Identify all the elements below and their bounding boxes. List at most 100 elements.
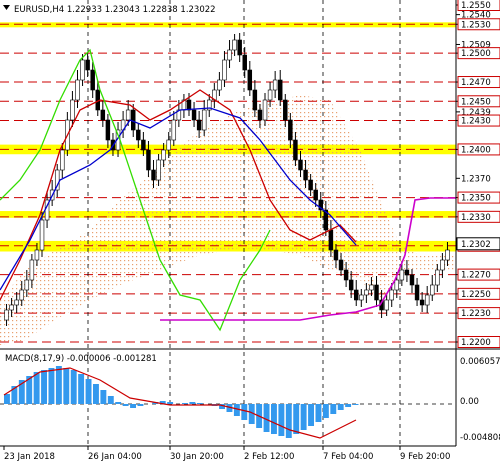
candle-body (288, 119, 293, 141)
time-label: 23 Jan 2018 (4, 452, 55, 462)
candle-body (262, 99, 268, 121)
price-label: 1.2470 (461, 78, 491, 88)
macd-bar (107, 396, 114, 404)
candle-body (404, 269, 410, 276)
candle-body (24, 279, 30, 291)
yellow-band (0, 22, 456, 28)
candle-body (39, 219, 45, 251)
macd-axis-label: 0.00 (460, 397, 479, 407)
price-label: 1.2330 (461, 213, 491, 223)
macd-bar (182, 403, 188, 404)
price-label: 1.2530 (461, 20, 491, 30)
macd-bar (352, 404, 359, 405)
price-label: 1.2200 (461, 338, 491, 348)
price-label: 1.2400 (461, 145, 491, 155)
macd-bar (167, 402, 174, 404)
macd-bar (115, 402, 122, 404)
candle-body (161, 149, 166, 161)
candle-body (60, 149, 65, 171)
candle-body (201, 109, 207, 131)
macd-bar (315, 404, 322, 422)
macd-bar (241, 404, 248, 420)
candle-body (34, 249, 40, 261)
macd-bar (285, 404, 292, 438)
candle-body (90, 69, 95, 91)
candle-body (384, 299, 389, 311)
macd-axis-label: -0.004808 (460, 433, 500, 443)
candle-body (313, 189, 318, 201)
candle-body (191, 109, 197, 121)
candle-body (146, 149, 151, 171)
macd-bar (345, 404, 352, 407)
candle-body (80, 59, 85, 81)
price-label: 1.2230 (461, 309, 491, 319)
macd-pane[interactable]: MACD(8,17,9) -0.000006 -0.001281 (0, 354, 456, 439)
candle-body (14, 299, 19, 306)
candle-body (70, 99, 75, 121)
candle-body (19, 289, 24, 301)
price-axis[interactable]: 1.25501.25401.25301.25091.25001.24701.24… (455, 0, 500, 446)
candle-body (419, 299, 425, 306)
candle-body (298, 159, 303, 171)
candle-body (328, 229, 334, 251)
candle-body (232, 39, 237, 51)
macd-bar (93, 384, 99, 404)
candle-body (445, 249, 450, 261)
macd-bar (122, 404, 129, 406)
price-label: 1.2350 (461, 194, 491, 204)
candle-body (136, 129, 141, 141)
price-label: 1.2250 (461, 290, 491, 300)
candle-body (283, 99, 288, 121)
price-label: 1.2550 (461, 1, 491, 11)
candle-body (131, 109, 136, 131)
macd-bar (278, 404, 285, 436)
time-label: 2 Feb 12:00 (244, 452, 294, 462)
candle-body (105, 119, 111, 141)
macd-bar (337, 404, 344, 410)
candle-body (141, 139, 146, 151)
macd-histogram (0, 366, 456, 439)
time-label: 30 Jan 20:00 (170, 452, 224, 462)
candle-body (252, 89, 258, 111)
candle-body (151, 169, 156, 181)
macd-bar (55, 366, 62, 404)
price-label: 1.2450 (461, 97, 491, 107)
macd-bar (100, 390, 107, 404)
macd-bar (308, 404, 314, 426)
macd-bar (137, 404, 144, 406)
macd-bar (330, 404, 337, 414)
candle-body (242, 54, 247, 71)
candle-body (186, 99, 192, 111)
candle-body (308, 179, 313, 191)
chart-window[interactable]: EURUSD,H4 1.22933 1.23043 1.22838 1.2302… (0, 0, 500, 466)
candle-body (359, 294, 364, 301)
candle-body (222, 59, 227, 81)
candle-body (399, 269, 405, 281)
macd-bar (33, 372, 40, 404)
candle-body (100, 109, 106, 121)
price-label: 1.2430 (461, 117, 491, 127)
time-label: 26 Jan 04:00 (88, 452, 142, 462)
candle-body (267, 89, 273, 101)
macd-bar (196, 403, 203, 404)
candle-body (171, 119, 177, 141)
macd-bar (48, 368, 55, 404)
candle-body (369, 284, 374, 291)
macd-bar (4, 394, 10, 404)
macd-bar (271, 404, 277, 434)
candle-body (257, 109, 263, 121)
candle-body (303, 169, 308, 181)
candle-body (9, 304, 14, 311)
symbol-info: EURUSD,H4 1.22933 1.23043 1.22838 1.2302… (14, 5, 216, 15)
candle-body (338, 259, 344, 271)
candle-body (156, 159, 161, 181)
macd-axis-label: 0.006057 (460, 357, 500, 367)
candle-body (217, 79, 222, 91)
candle-body (440, 259, 445, 271)
time-axis[interactable]: 23 Jan 2018 26 Jan 04:00 30 Jan 20:00 2 Feb… (0, 445, 456, 462)
candle-body (29, 259, 35, 281)
candle-body (293, 139, 298, 161)
macd-bar (85, 379, 92, 404)
candle-body (374, 284, 379, 301)
macd-bar (41, 370, 47, 404)
